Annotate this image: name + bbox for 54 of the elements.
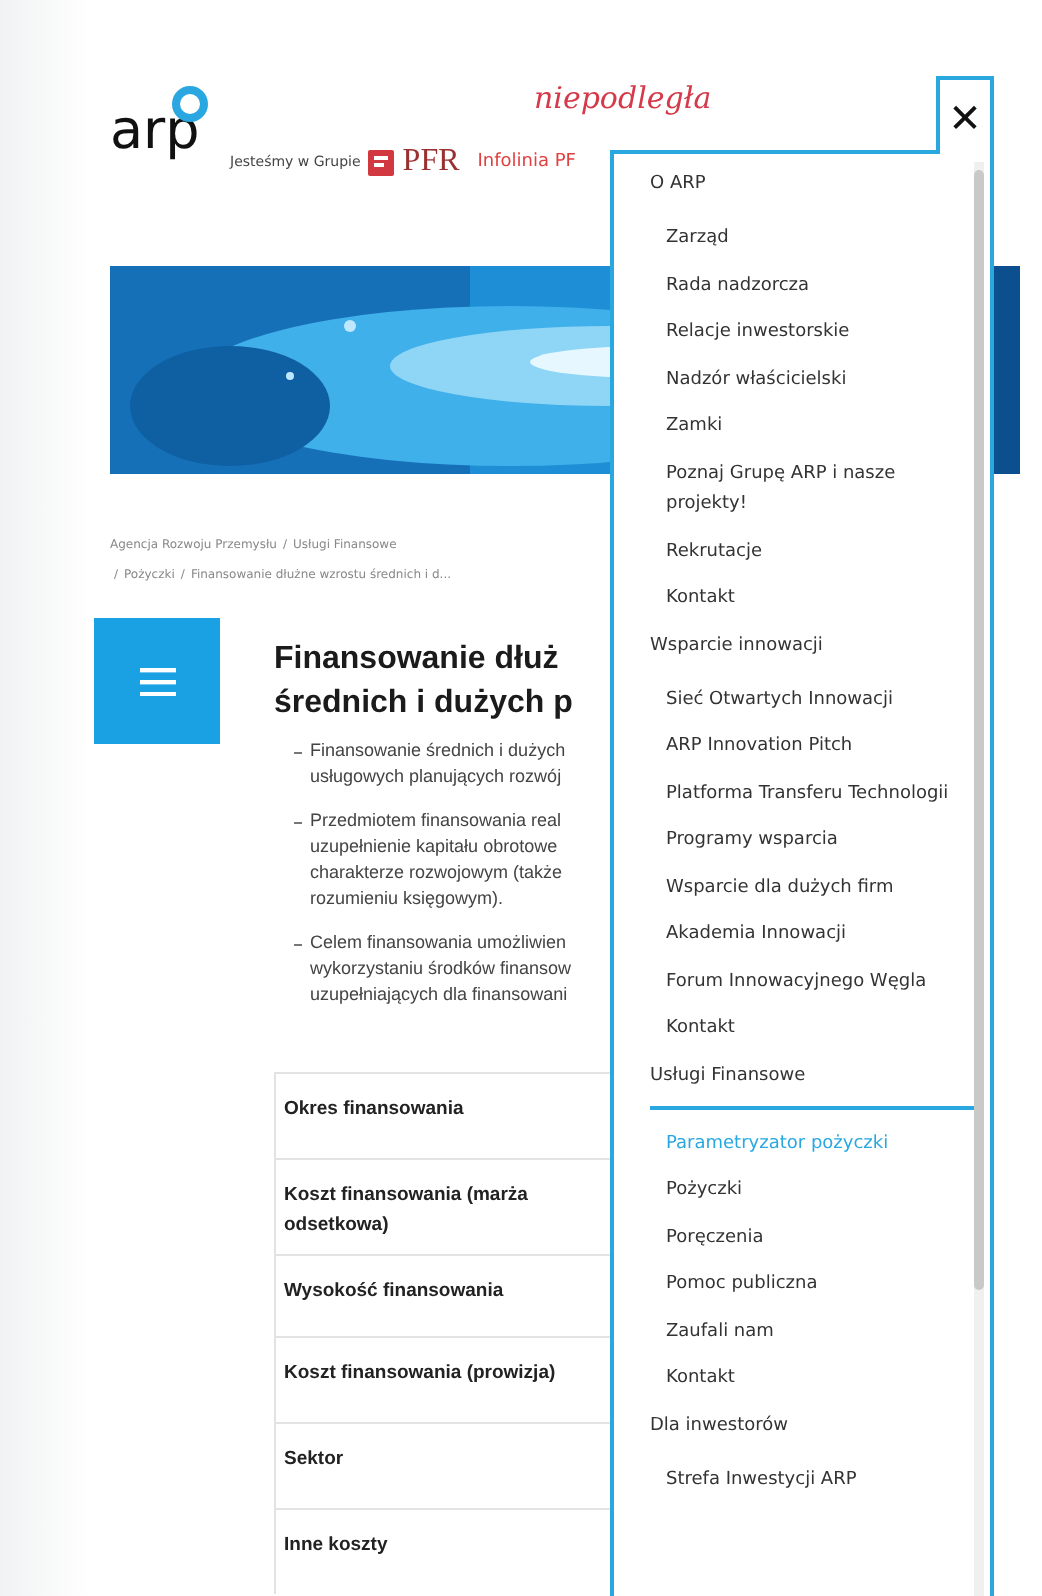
- close-button[interactable]: ✕: [936, 76, 994, 154]
- table-cell-text: Koszt finansowania (prowizja): [284, 1360, 558, 1388]
- bullet-text: uzupełniających dla finansowani: [310, 982, 570, 1008]
- dash-icon: [294, 752, 302, 754]
- table-cell-text: Inne koszty: [284, 1532, 390, 1560]
- table-cell-text: Koszt finansowania (marża odsetkowa): [284, 1182, 530, 1240]
- scrollbar[interactable]: [974, 162, 984, 1596]
- menu-icon: [139, 667, 175, 695]
- script-title: niepodległa: [534, 84, 712, 114]
- menu-button[interactable]: [94, 618, 220, 744]
- bullet-text: Finansowanie średnich i dużych: [310, 738, 566, 764]
- dash-icon: [294, 822, 302, 824]
- menu-item[interactable]: Platforma Transferu Technologii: [650, 771, 950, 818]
- logo-text[interactable]: arp: [110, 104, 200, 158]
- group-logo-text[interactable]: PFR: [402, 146, 460, 178]
- dash-icon: [294, 944, 302, 946]
- menu-item[interactable]: Relacje inwestorskie: [650, 310, 950, 357]
- bullet-text: rozumieniu księgowym).: [310, 886, 506, 912]
- menu-item[interactable]: Akademia Innowacji: [650, 912, 950, 959]
- bullet-text: Celem finansowania umożliwien: [310, 930, 569, 956]
- menu-item[interactable]: Rekrutacje: [650, 529, 950, 576]
- menu-item[interactable]: Poręczenia: [650, 1215, 950, 1262]
- bullet-text: charakterze rozwojowym (także: [310, 860, 563, 886]
- menu-section[interactable]: Dla inwestorów: [650, 1407, 950, 1457]
- menu-item[interactable]: Kontakt: [650, 1006, 950, 1053]
- menu-item[interactable]: Pomoc publiczna: [650, 1262, 950, 1309]
- menu-item[interactable]: ARP Innovation Pitch: [650, 724, 950, 771]
- bullet-text: Przedmiotem finansowania real: [310, 808, 563, 834]
- menu-item[interactable]: Programy wsparcia: [650, 818, 950, 865]
- menu-item[interactable]: Zaufali nam: [650, 1309, 950, 1356]
- menu-section[interactable]: O ARP: [650, 166, 950, 216]
- menu-item[interactable]: Strefa Inwestycji ARP: [650, 1457, 950, 1504]
- bullet-text: uzupełnienie kapitału obrotowe: [310, 834, 560, 860]
- menu-item[interactable]: Rada nadzorcza: [650, 263, 950, 310]
- table-cell-text: Sektor: [284, 1446, 346, 1474]
- menu-item[interactable]: Zarząd: [650, 216, 950, 263]
- menu-item[interactable]: Zamki: [650, 404, 950, 451]
- table-cell-text: Wysokość finansowania: [284, 1278, 506, 1306]
- table-cell-text: Okres finansowania: [284, 1096, 466, 1124]
- menu-item[interactable]: Wsparcie dla dużych firm: [650, 865, 950, 912]
- menu-item[interactable]: Poznaj Grupę ARP i nasze projekty!: [650, 451, 950, 529]
- menu-item[interactable]: Forum Innowacyjnego Węgla: [650, 959, 950, 1006]
- menu-item[interactable]: Pożyczki: [650, 1168, 950, 1215]
- article-title: Finansowanie dłuż: [274, 640, 561, 680]
- menu-item[interactable]: Sieć Otwartych Innowacji: [650, 677, 950, 724]
- menu-section[interactable]: Wsparcie innowacji: [650, 627, 950, 677]
- bullet-text: usługowych planujących rozwój: [310, 764, 564, 790]
- logo-icon: [368, 149, 395, 175]
- bullet-text: wykorzystaniu środków finansow: [310, 956, 572, 982]
- menu-item[interactable]: Kontakt: [650, 1356, 950, 1403]
- menu-item[interactable]: Nadzór właścicielski: [650, 357, 950, 404]
- menu-item[interactable]: Kontakt: [650, 576, 950, 623]
- article-title: średnich i dużych p: [274, 684, 575, 724]
- hotline-link[interactable]: Infolinia PF: [477, 152, 576, 172]
